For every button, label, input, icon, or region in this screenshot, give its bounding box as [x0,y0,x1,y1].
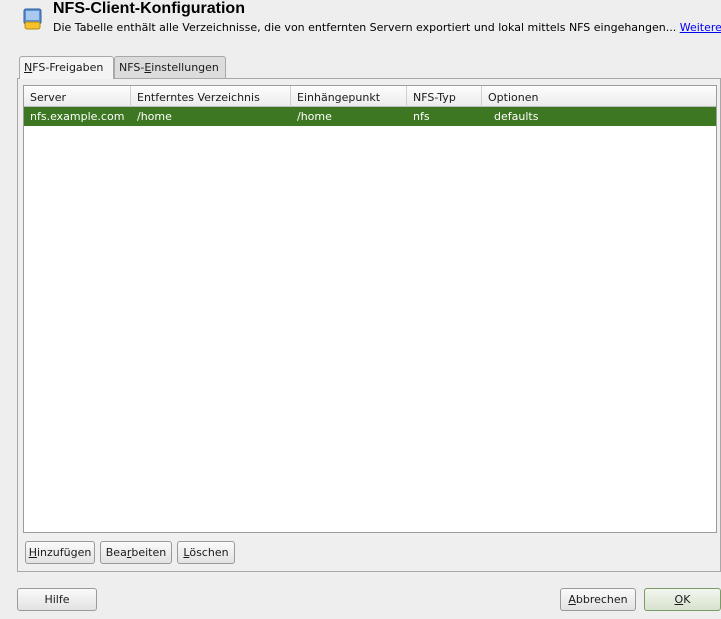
tab-nfs-settings[interactable]: NFS-Einstellungen [114,56,226,78]
page-description: Die Tabelle enthält alle Verzeichnisse, … [53,21,721,34]
cell-mount-point: /home [297,110,332,123]
delete-button[interactable]: Löschen [177,541,235,564]
ok-button[interactable]: OK [644,588,721,611]
edit-button[interactable]: Bearbeiten [100,541,172,564]
nfs-config-icon [23,7,43,31]
column-header-nfs-type[interactable]: NFS-Typ [407,86,482,107]
cancel-button[interactable]: Abbrechen [560,588,636,611]
nfs-shares-panel: Server Entferntes Verzeichnis Einhängepu… [17,78,721,572]
column-header-remote-dir[interactable]: Entferntes Verzeichnis [131,86,291,107]
table-row[interactable]: nfs.example.com /home /home nfs defaults [24,107,716,126]
tab-nfs-shares[interactable]: NFS-Freigaben [19,56,114,79]
page-title: NFS-Client-Konfiguration [53,0,245,17]
add-button[interactable]: Hinzufügen [25,541,95,564]
column-header-server[interactable]: Server [24,86,131,107]
description-text: Die Tabelle enthält alle Verzeichnisse, … [53,21,677,34]
cell-nfs-type: nfs [413,110,430,123]
nfs-shares-table[interactable]: Server Entferntes Verzeichnis Einhängepu… [23,85,717,533]
column-header-options[interactable]: Optionen [482,86,716,107]
more-link[interactable]: Weitere [680,21,721,34]
cell-server: nfs.example.com [30,110,125,123]
help-button[interactable]: Hilfe [17,588,97,611]
cell-options: defaults [494,110,539,123]
column-header-mount-point[interactable]: Einhängepunkt [291,86,407,107]
cell-remote-dir: /home [137,110,172,123]
table-header: Server Entferntes Verzeichnis Einhängepu… [24,86,716,107]
